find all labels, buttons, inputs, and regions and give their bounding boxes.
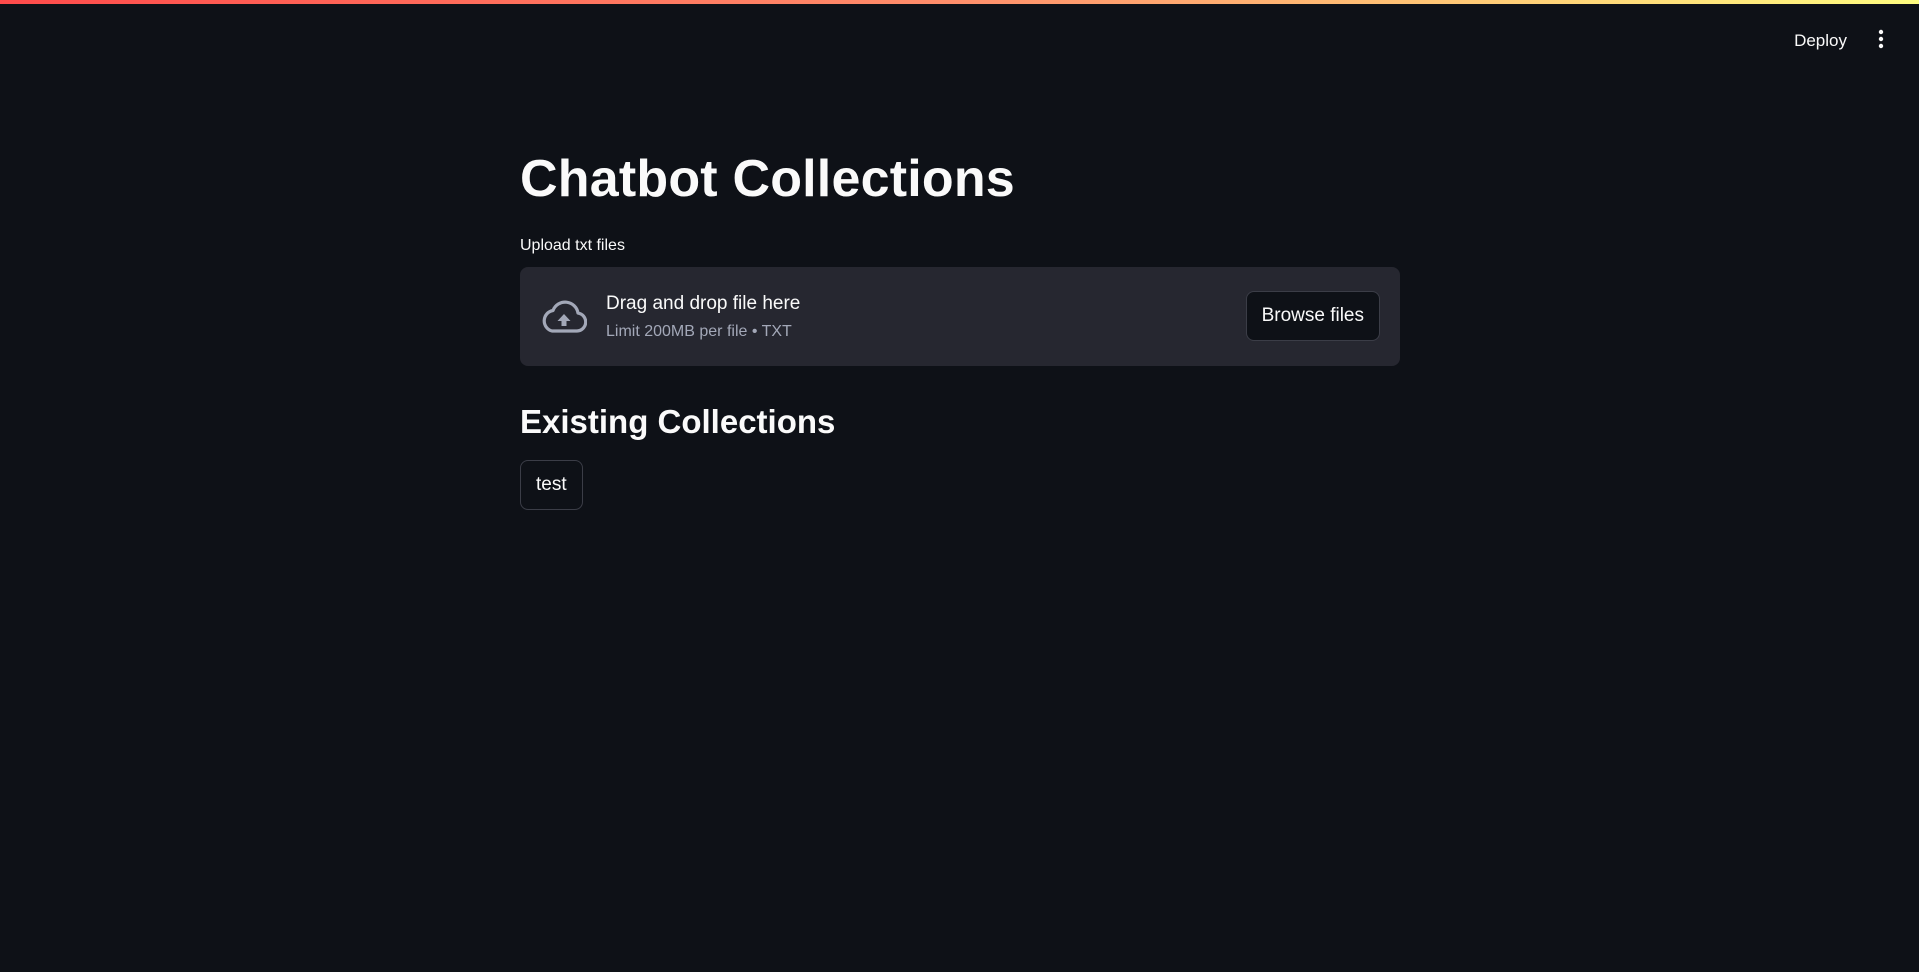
vertical-ellipsis-icon <box>1878 29 1884 54</box>
main-content: Chatbot Collections Upload txt files Dra… <box>520 143 1400 510</box>
app-header: Deploy <box>1792 26 1891 56</box>
upload-label: Upload txt files <box>520 237 625 254</box>
top-decoration-bar <box>0 0 1919 4</box>
file-dropzone[interactable]: Drag and drop file here Limit 200MB per … <box>520 267 1400 366</box>
browse-files-button[interactable]: Browse files <box>1245 291 1380 341</box>
deploy-button[interactable]: Deploy <box>1792 27 1849 55</box>
page-title: Chatbot Collections <box>520 150 1015 208</box>
collection-button-test[interactable]: test <box>520 460 583 510</box>
main-menu-button[interactable] <box>1871 26 1891 56</box>
file-limit-text: Limit 200MB per file • TXT <box>606 322 792 340</box>
dropzone-instructions: Drag and drop file here Limit 200MB per … <box>606 293 800 341</box>
drop-instruction-text: Drag and drop file here <box>606 292 801 314</box>
collections-heading: Existing Collections <box>520 403 836 440</box>
cloud-upload-icon <box>540 293 588 341</box>
